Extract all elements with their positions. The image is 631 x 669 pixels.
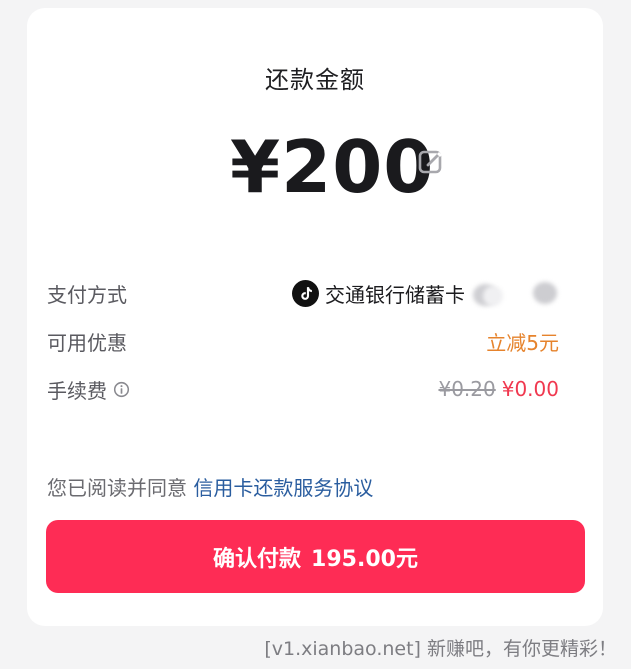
fee-label: 手续费 [47,378,107,403]
tiktok-logo-icon [292,279,319,307]
agreement-text: 您已阅读并同意 信用卡还款服务协议 [47,472,373,501]
watermark: [v1.xianbao.net] 新赚吧，有你更精彩！ [264,638,617,660]
page-title: 还款金额 [265,66,365,94]
discount-row: 可用优惠 立减5元 [47,323,559,359]
edit-icon[interactable] [417,148,445,176]
fee-current: ¥0.00 [501,377,559,401]
payment-method-label: 支付方式 [47,282,127,307]
repayment-card: 还款金额 ¥200 支付方式 交通银行储蓄卡 可用优惠 立减5元 手续费 ¥0.… [27,8,603,626]
masked-card-number [471,280,559,306]
agreement-prefix: 您已阅读并同意 [47,476,187,500]
repayment-amount: ¥200 [230,125,435,209]
confirm-amount: 195.00元 [311,546,418,572]
confirm-payment-button[interactable]: 确认付款 195.00元 [46,520,585,593]
fee-original: ¥0.20 [438,377,496,401]
discount-value: 立减5元 [486,330,559,355]
agreement-link[interactable]: 信用卡还款服务协议 [193,476,373,500]
payment-method-row[interactable]: 支付方式 交通银行储蓄卡 [47,275,559,311]
confirm-label: 确认付款 [213,546,302,572]
payment-method-value[interactable]: 交通银行储蓄卡 [292,279,559,308]
bank-card-name: 交通银行储蓄卡 [325,282,465,307]
amount-section: ¥200 [27,124,603,214]
fee-row: 手续费 ¥0.20 ¥0.00 [47,371,559,407]
discount-label: 可用优惠 [47,330,127,355]
info-icon[interactable] [113,381,130,398]
